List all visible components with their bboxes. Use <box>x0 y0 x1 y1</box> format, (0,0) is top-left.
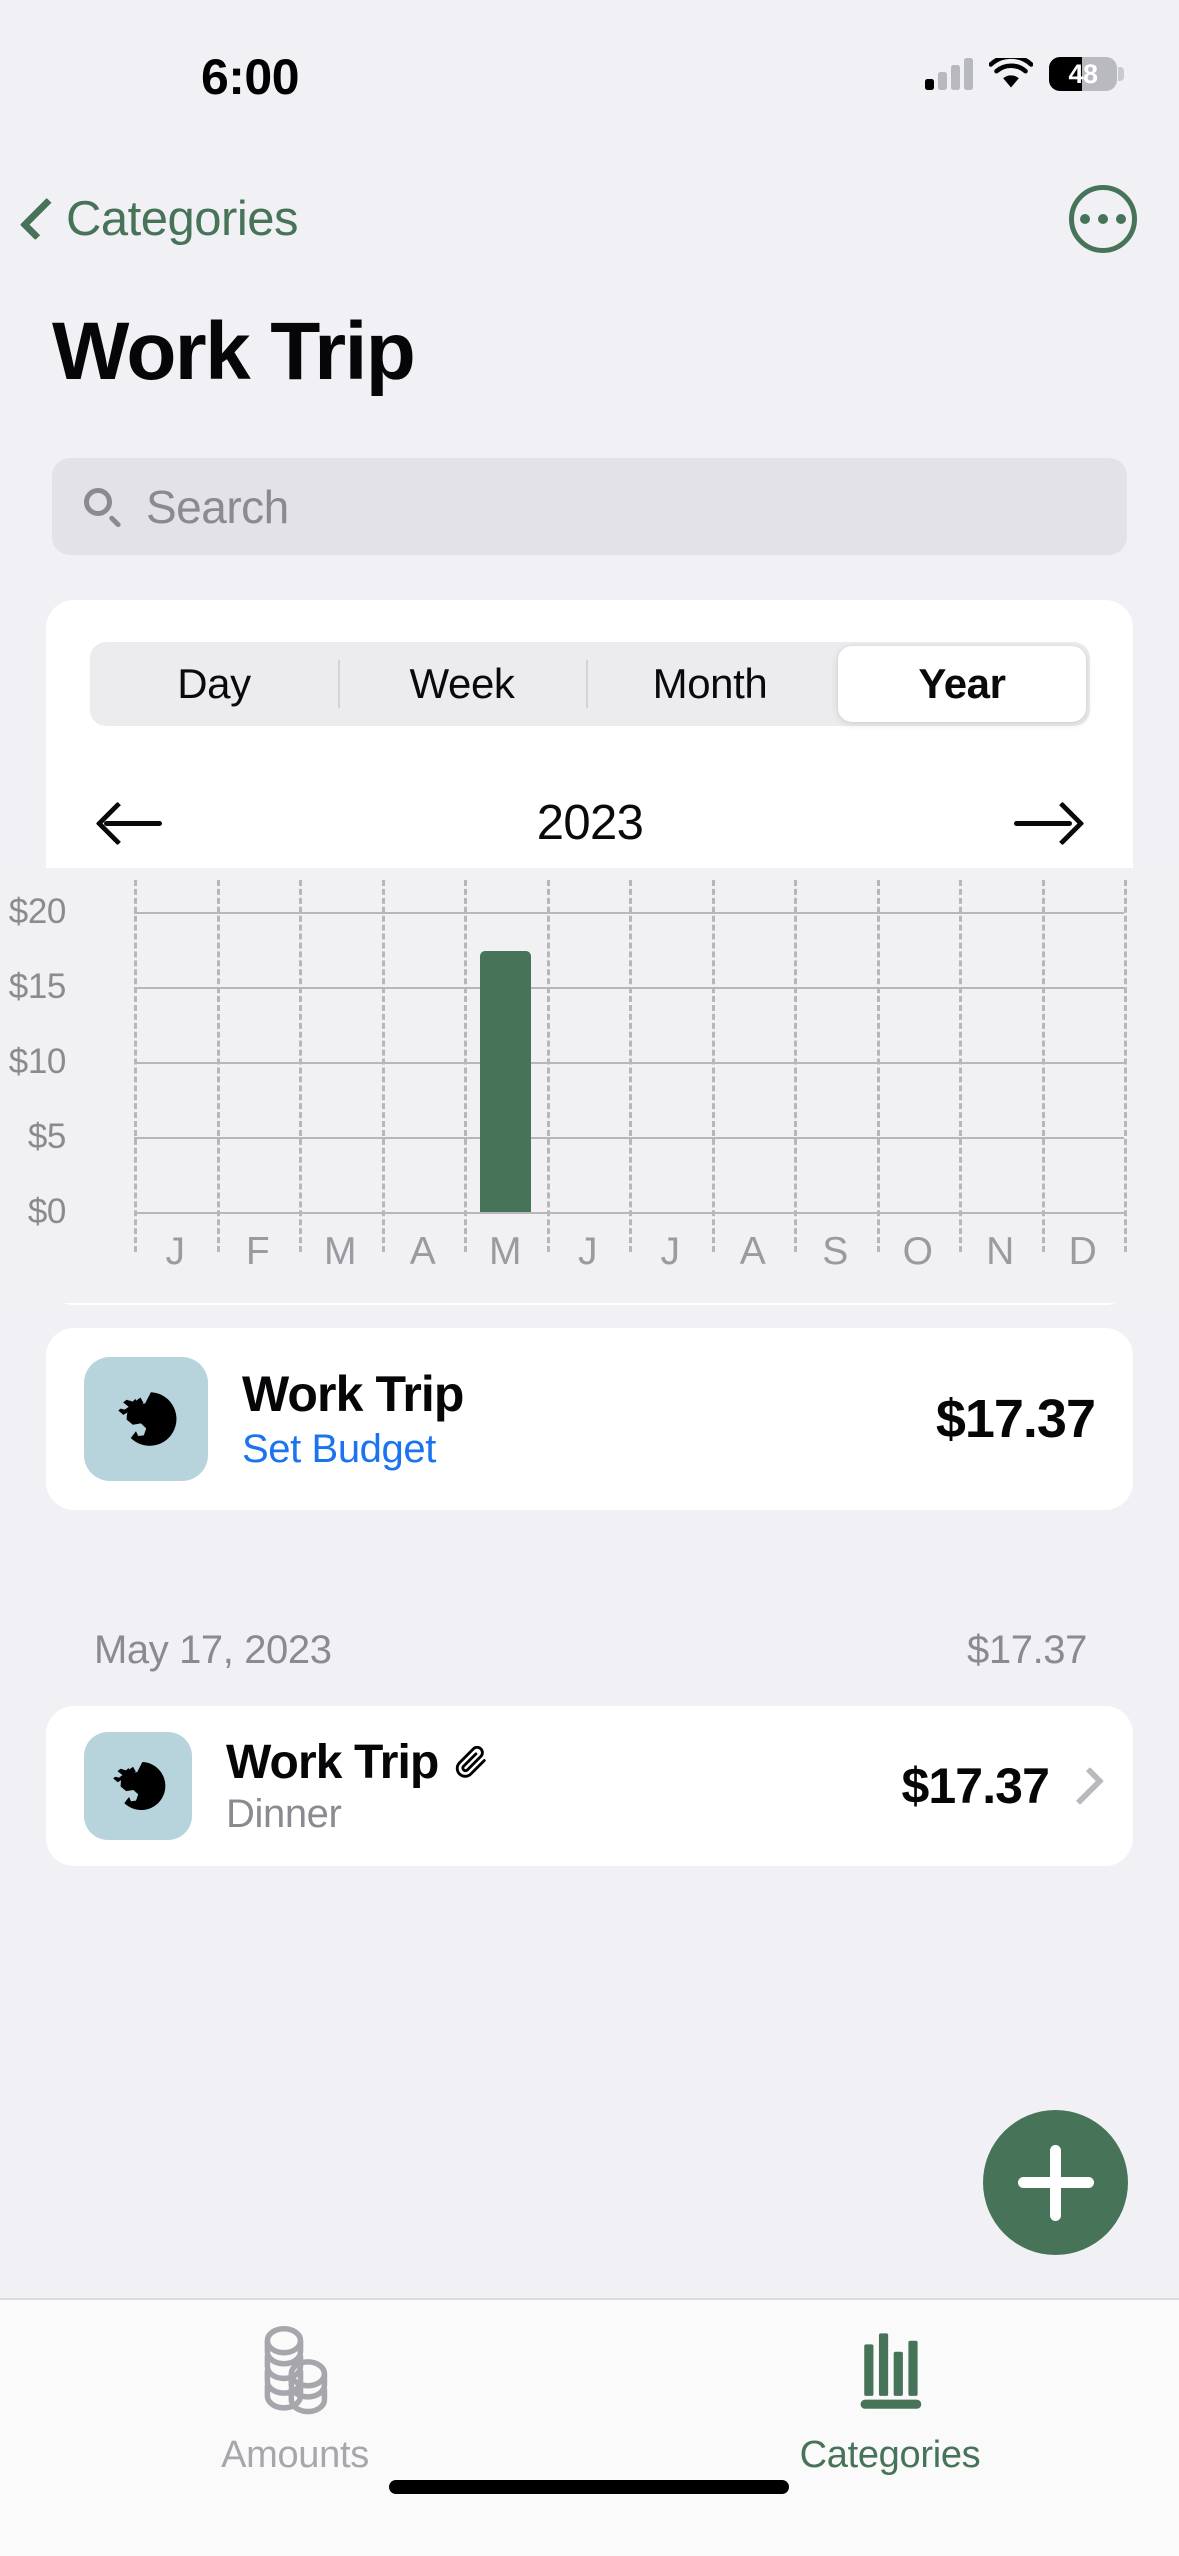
y-axis-tick-label: $5 <box>27 1117 67 1156</box>
x-axis-tick-label: S <box>822 1230 849 1273</box>
y-axis-tick-label: $10 <box>8 1042 67 1081</box>
battery-icon: 48 <box>1049 57 1124 91</box>
app-screen: 6:00 48 Categories Work Trip Search Day … <box>0 0 1179 2556</box>
gridline-vertical <box>1041 880 1045 1252</box>
category-name: Work Trip <box>242 1365 464 1422</box>
paperclip-icon <box>456 1745 487 1778</box>
transaction-title-row: Work Trip <box>226 1735 901 1790</box>
x-axis-tick-label: A <box>739 1230 766 1273</box>
transaction-date-label: May 17, 2023 <box>94 1627 332 1672</box>
chart-plot-area: $0 $5 $10 $15 $20 J F M A M J J A S O N D <box>9 880 1127 1273</box>
period-navigator: 2023 <box>90 768 1090 878</box>
search-icon <box>82 486 124 528</box>
gridline-vertical <box>381 880 385 1252</box>
battery-percent-label: 48 <box>1068 58 1098 89</box>
status-bar: 6:00 48 <box>0 0 1179 140</box>
segment-label: Week <box>409 660 515 707</box>
category-text-block: Work Trip Set Budget <box>242 1366 936 1473</box>
tab-amounts[interactable]: Amounts <box>145 2326 445 2477</box>
spending-bar-chart: $0 $5 $10 $15 $20 J F M A M J J A S O N D <box>0 868 1179 1303</box>
segment-week[interactable]: Week <box>338 642 586 726</box>
category-summary-row[interactable]: Work Trip Set Budget $17.37 <box>46 1328 1133 1510</box>
bar-chart-icon <box>860 2333 922 2409</box>
period-label: 2023 <box>536 796 644 850</box>
gridline-vertical <box>134 880 137 1252</box>
search-input[interactable]: Search <box>52 458 1127 555</box>
tab-amounts-label: Amounts <box>221 2434 369 2476</box>
x-axis-tick-label: M <box>489 1230 522 1273</box>
arrow-right-icon <box>1040 801 1085 846</box>
gridline-vertical <box>794 880 797 1252</box>
previous-period-button[interactable] <box>90 788 180 858</box>
add-button[interactable] <box>983 2110 1128 2255</box>
arrow-left-icon <box>95 801 140 846</box>
gridline-vertical <box>546 880 550 1252</box>
tab-categories[interactable]: Categories <box>740 2326 1040 2477</box>
tab-categories-label: Categories <box>799 2434 981 2476</box>
segment-label: Month <box>652 660 768 707</box>
x-axis-tick-label: D <box>1068 1230 1097 1273</box>
transaction-name: Work Trip <box>226 1736 439 1789</box>
x-axis-tick-label: J <box>578 1230 598 1273</box>
segment-month[interactable]: Month <box>586 642 834 726</box>
transaction-row[interactable]: Work Trip Dinner $17.37 <box>46 1706 1133 1866</box>
y-axis-tick-label: $15 <box>8 967 67 1006</box>
cellular-signal-icon <box>925 58 973 90</box>
transaction-text-block: Work Trip Dinner <box>226 1735 901 1837</box>
x-axis-tick-label: O <box>902 1230 933 1273</box>
transaction-subtitle: Dinner <box>226 1792 342 1836</box>
segment-day[interactable]: Day <box>90 642 338 726</box>
y-axis-tick-label: $20 <box>8 892 67 931</box>
set-budget-link[interactable]: Set Budget <box>242 1427 936 1472</box>
wifi-icon <box>989 58 1033 88</box>
gridline-vertical <box>216 880 220 1252</box>
transaction-date-total: $17.37 <box>967 1627 1087 1672</box>
x-axis-tick-label: M <box>324 1230 357 1273</box>
ellipsis-circle-icon[interactable] <box>1069 185 1137 253</box>
gridline-vertical <box>299 880 302 1252</box>
search-placeholder: Search <box>146 480 289 533</box>
back-button[interactable]: Categories <box>19 180 298 258</box>
x-axis-tick-label: J <box>660 1230 681 1273</box>
navigation-bar: Categories <box>0 180 1179 290</box>
chart-bar[interactable] <box>479 951 531 1212</box>
chevron-left-icon <box>19 197 63 241</box>
gridline-vertical <box>1124 880 1127 1252</box>
x-axis-tick-label: A <box>409 1230 436 1273</box>
x-axis-tick-label: N <box>986 1230 1015 1273</box>
page-title: Work Trip <box>52 306 416 397</box>
globe-airplane-icon <box>84 1357 208 1481</box>
segment-year[interactable]: Year <box>838 646 1086 722</box>
home-indicator <box>389 2480 789 2494</box>
chevron-right-icon <box>1065 1766 1105 1806</box>
segment-label: Day <box>177 660 251 707</box>
x-axis-tick-label: J <box>165 1230 186 1273</box>
period-segmented-control[interactable]: Day Week Month Year <box>90 642 1090 726</box>
gridline-vertical <box>959 880 962 1252</box>
next-period-button[interactable] <box>1000 788 1090 858</box>
y-axis-tick-label: $0 <box>27 1192 67 1231</box>
globe-airplane-icon <box>84 1732 192 1840</box>
coins-stack-icon <box>264 2326 328 2415</box>
transaction-amount: $17.37 <box>901 1758 1049 1814</box>
category-total-amount: $17.37 <box>935 1389 1096 1449</box>
x-axis-tick-label: F <box>245 1230 270 1273</box>
transaction-date-header: May 17, 2023 $17.37 <box>94 1625 1087 1675</box>
status-time: 6:00 <box>200 49 300 105</box>
segment-label: Year <box>918 660 1006 707</box>
status-indicators: 48 <box>925 52 1124 96</box>
tab-bar: Amounts Categories <box>0 2298 1179 2556</box>
gridline-vertical <box>464 880 467 1252</box>
gridline-vertical <box>629 880 632 1252</box>
gridline-vertical <box>711 880 715 1252</box>
back-button-label: Categories <box>66 192 298 246</box>
gridline-vertical <box>876 880 880 1252</box>
